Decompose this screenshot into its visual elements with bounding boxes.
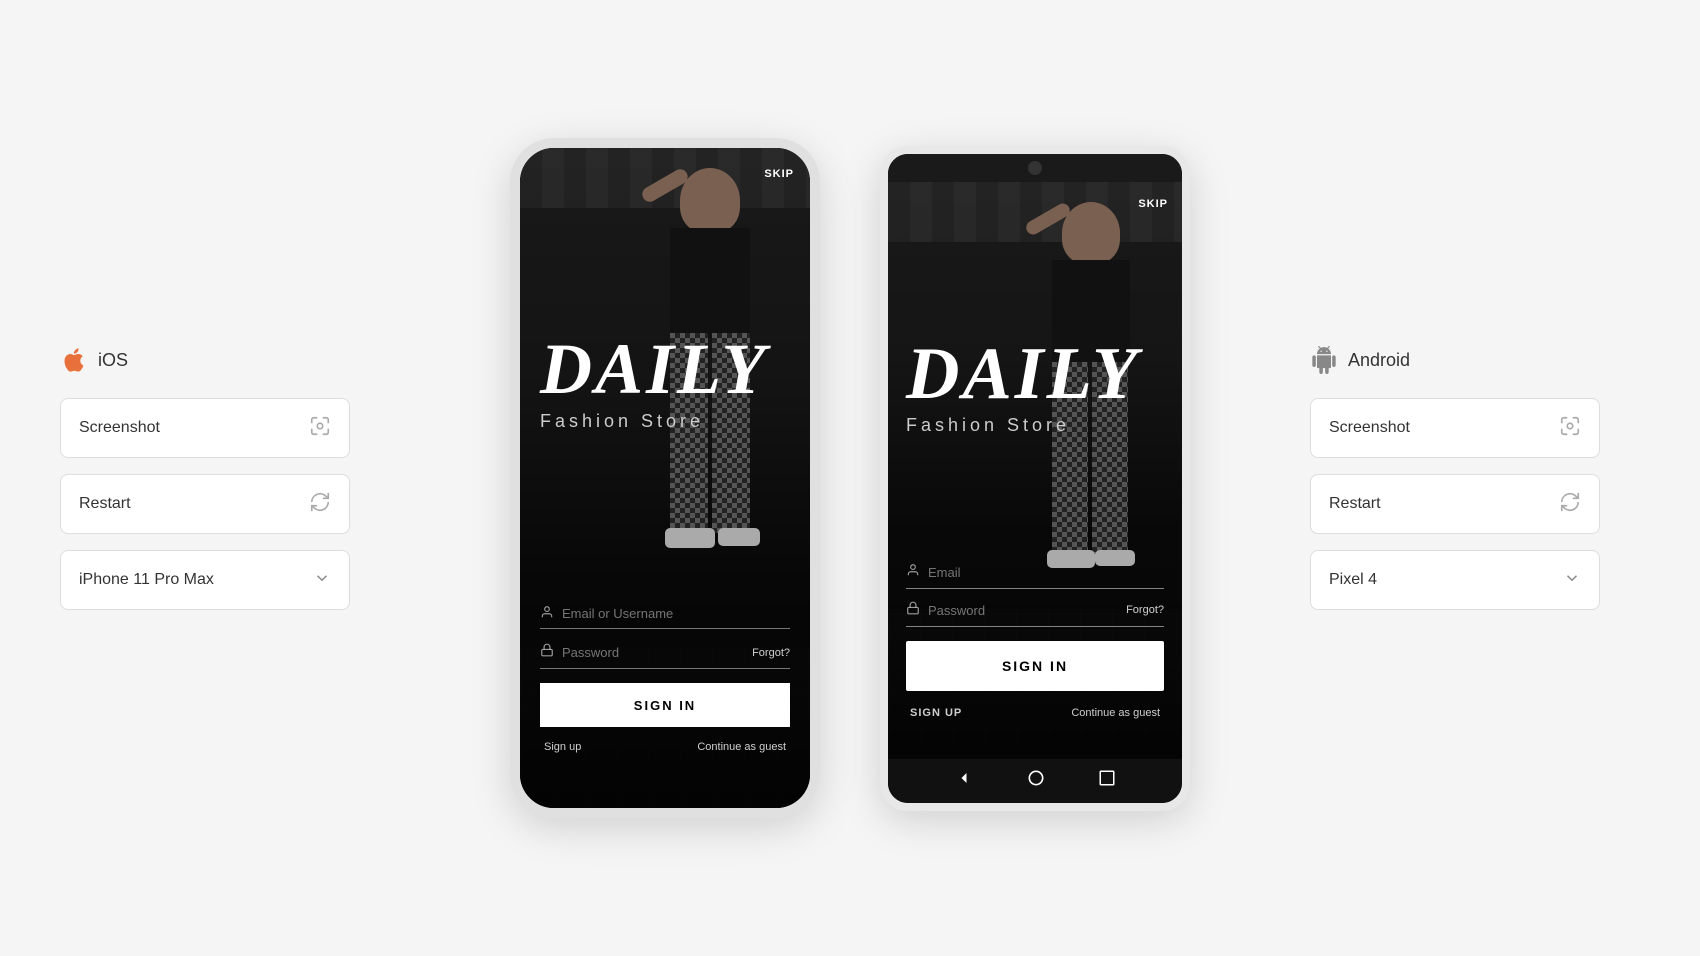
ios-restart-label: Restart (79, 495, 131, 513)
android-screenshot-button[interactable]: Screenshot (1310, 398, 1600, 458)
ios-model-shoe-right (718, 528, 760, 546)
android-phone-screen: SKIP DAILY Fashion Store (888, 182, 1182, 759)
ios-skip-label[interactable]: SKIP (764, 168, 794, 180)
ios-app-title-sub: Fashion Store (540, 411, 768, 432)
android-label: Android (1348, 350, 1410, 371)
main-container: iOS Screenshot Restart (0, 0, 1700, 956)
ios-panel: iOS Screenshot Restart (60, 346, 390, 610)
ios-password-field: Forgot? (540, 643, 790, 669)
android-skip-label[interactable]: SKIP (1138, 198, 1168, 210)
android-password-icon (906, 601, 920, 620)
android-recents-icon[interactable] (1098, 769, 1116, 792)
android-notch (1028, 161, 1042, 175)
android-email-input[interactable] (928, 565, 1164, 580)
android-bottom-links: SIGN UP Continue as guest (906, 707, 1164, 719)
android-device-name: Pixel 4 (1329, 571, 1377, 589)
ios-phone-mockup: SKIP DAILY Fashion Store (510, 138, 820, 818)
apple-icon (60, 346, 88, 374)
ios-forgot-link[interactable]: Forgot? (752, 647, 790, 659)
android-app-title-sub: Fashion Store (906, 415, 1140, 436)
android-model-head (1062, 202, 1120, 264)
ios-model-torso (670, 228, 750, 338)
android-restart-label: Restart (1329, 495, 1381, 513)
ios-model-shoe-left (665, 528, 715, 548)
ios-device-selector[interactable]: iPhone 11 Pro Max (60, 550, 350, 610)
restart-icon (309, 491, 331, 518)
ios-screenshot-button[interactable]: Screenshot (60, 398, 350, 458)
screenshot-icon (309, 415, 331, 442)
ios-password-icon (540, 643, 554, 662)
android-title-area: DAILY Fashion Store (906, 337, 1140, 436)
ios-screenshot-label: Screenshot (79, 419, 160, 437)
ios-form-area: Forgot? SIGN IN Sign up Continue as gues… (540, 605, 790, 753)
android-back-icon[interactable] (954, 768, 974, 793)
android-device-selector[interactable]: Pixel 4 (1310, 550, 1600, 610)
ios-signin-button[interactable]: SIGN IN (540, 683, 790, 727)
ios-model-head (680, 168, 740, 233)
ios-bottom-links: Sign up Continue as guest (540, 741, 790, 753)
android-forgot-link[interactable]: Forgot? (1126, 604, 1164, 616)
ios-platform-label: iOS (60, 346, 128, 374)
chevron-down-icon (313, 569, 331, 592)
android-screenshot-label: Screenshot (1329, 419, 1410, 437)
ios-email-icon (540, 605, 554, 622)
android-restart-icon (1559, 491, 1581, 518)
android-email-field (906, 563, 1164, 589)
ios-phone-screen: SKIP DAILY Fashion Store (520, 148, 810, 808)
android-phone-mockup: SKIP DAILY Fashion Store (880, 146, 1190, 811)
android-nav-bar (888, 759, 1182, 803)
android-notch-bar (888, 154, 1182, 182)
android-app-title-daily: DAILY (906, 337, 1140, 411)
android-skip-area: SKIP (1138, 194, 1168, 212)
ios-device-name: iPhone 11 Pro Max (79, 571, 214, 589)
ios-title-area: DAILY Fashion Store (540, 333, 768, 432)
ios-guest-link[interactable]: Continue as guest (697, 741, 786, 753)
ios-email-input[interactable] (562, 606, 790, 621)
ios-label: iOS (98, 350, 128, 371)
android-email-icon (906, 563, 920, 582)
ios-signup-link[interactable]: Sign up (544, 741, 581, 753)
android-chevron-down-icon (1563, 569, 1581, 592)
android-platform-label: Android (1310, 346, 1410, 374)
android-home-icon[interactable] (1026, 768, 1046, 793)
android-restart-button[interactable]: Restart (1310, 474, 1600, 534)
ios-password-input[interactable] (562, 645, 752, 660)
android-signup-link[interactable]: SIGN UP (910, 707, 962, 719)
android-screenshot-icon (1559, 415, 1581, 442)
android-panel: Android Screenshot Restart (1310, 346, 1640, 610)
android-guest-link[interactable]: Continue as guest (1071, 707, 1160, 719)
ios-skip-area: SKIP (764, 164, 794, 182)
android-password-input[interactable] (928, 603, 1126, 618)
ios-app-title-daily: DAILY (540, 333, 768, 405)
ios-email-field (540, 605, 790, 629)
ios-restart-button[interactable]: Restart (60, 474, 350, 534)
android-icon (1310, 346, 1338, 374)
android-form-area: Forgot? SIGN IN SIGN UP Continue as gues… (906, 563, 1164, 719)
android-signin-button[interactable]: SIGN IN (906, 641, 1164, 691)
phones-area: SKIP DAILY Fashion Store (390, 138, 1310, 818)
android-password-field: Forgot? (906, 601, 1164, 627)
